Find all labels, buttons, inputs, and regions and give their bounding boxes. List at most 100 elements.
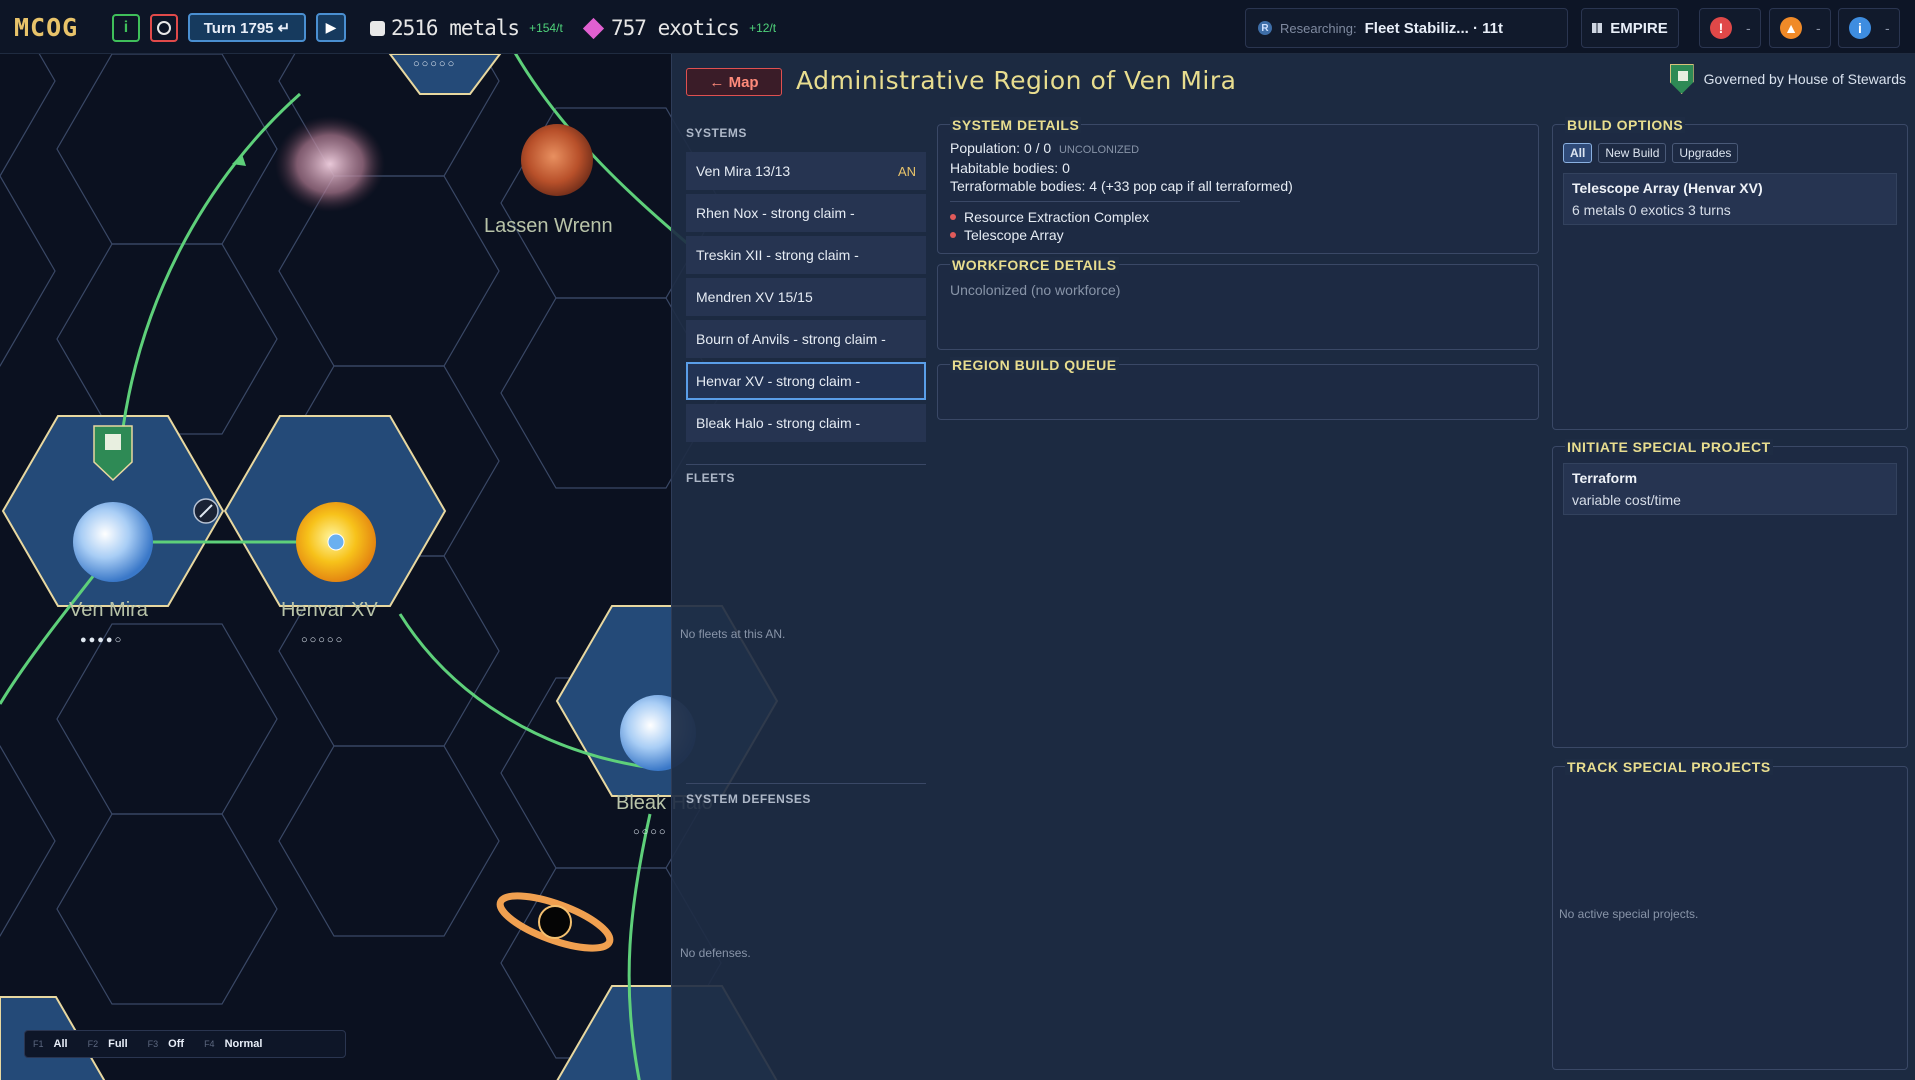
panel-title: Administrative Region of Ven Mira bbox=[796, 66, 1237, 95]
special-project-card[interactable]: Terraform variable cost/time bbox=[1563, 463, 1897, 515]
tab-new-build[interactable]: New Build bbox=[1598, 143, 1667, 163]
end-turn-button[interactable]: Turn 1795 ↵ bbox=[188, 13, 306, 42]
colony-status-badge: UNCOLONIZED bbox=[1058, 144, 1140, 156]
system-tag: AN bbox=[897, 163, 916, 179]
map-label-lassen-wrenn[interactable]: Lassen Wrenn bbox=[484, 215, 613, 238]
alert-info-count: - bbox=[1885, 20, 1890, 36]
exotics-counter: 757 exotics +12/t bbox=[582, 14, 776, 42]
exotic-icon bbox=[582, 17, 605, 39]
pips-top: ○○○○○ bbox=[413, 58, 457, 70]
research-status[interactable]: R Researching: Fleet Stabiliz... · 11t bbox=[1245, 8, 1568, 48]
pips-bleak-halo: ○○○○ bbox=[633, 826, 668, 838]
overlay-toggle-button[interactable] bbox=[150, 14, 178, 42]
terraformable-line: Terraformable bodies: 4 (+33 pop cap if … bbox=[950, 178, 1293, 194]
habitable-line: Habitable bodies: 0 bbox=[950, 160, 1070, 176]
alert-danger-button[interactable]: ! - bbox=[1699, 8, 1761, 48]
pips-henvar-xv: ○○○○○ bbox=[301, 634, 345, 646]
research-value: Fleet Stabiliz... · 11t bbox=[1364, 19, 1503, 37]
alert-warning-count: - bbox=[1816, 20, 1821, 36]
list-item[interactable]: Bleak Halo - strong claim - bbox=[686, 404, 926, 442]
empire-label: EMPIRE bbox=[1610, 19, 1668, 37]
build-options-title: BUILD OPTIONS bbox=[1565, 117, 1686, 133]
metals-value: 2516 metals bbox=[391, 16, 520, 40]
list-item[interactable]: Mendren XV 15/15 bbox=[686, 278, 926, 316]
track-projects-empty: No active special projects. bbox=[1559, 907, 1699, 921]
governor-label: Governed by House of Stewards bbox=[1703, 71, 1906, 87]
metals-rate: +154/t bbox=[529, 21, 563, 35]
population-value: Population: 0 / 0 bbox=[950, 140, 1052, 156]
alert-danger-count: - bbox=[1746, 20, 1751, 36]
workforce-box: WORKFORCE DETAILS Uncolonized (no workfo… bbox=[937, 257, 1539, 350]
filter-key-1: F1 bbox=[33, 1039, 44, 1049]
research-label: Researching: bbox=[1280, 20, 1357, 36]
fleets-empty-message: No fleets at this AN. bbox=[680, 627, 786, 641]
list-item[interactable]: Rhen Nox - strong claim - bbox=[686, 194, 926, 232]
system-details-box: SYSTEM DETAILS Population: 0 / 0 UNCOLON… bbox=[937, 117, 1539, 254]
info-toggle-button[interactable]: i bbox=[112, 14, 140, 42]
fleets-heading: FLEETS bbox=[686, 471, 736, 485]
track-projects-box: TRACK SPECIAL PROJECTS No active special… bbox=[1552, 759, 1908, 1070]
system-name: Bleak Halo - strong claim - bbox=[696, 415, 861, 431]
build-queue-title: REGION BUILD QUEUE bbox=[950, 357, 1119, 373]
divider bbox=[950, 201, 1240, 202]
build-option-card[interactable]: Telescope Array (Henvar XV) 6 metals 0 e… bbox=[1563, 173, 1897, 225]
back-to-map-button[interactable]: ← Map bbox=[686, 68, 782, 96]
alert-info-icon: i bbox=[1849, 17, 1871, 39]
empire-button[interactable]: EMPIRE bbox=[1581, 8, 1679, 48]
list-item[interactable]: Bourn of Anvils - strong claim - bbox=[686, 320, 926, 358]
divider bbox=[686, 464, 926, 465]
governor-info: Governed by House of Stewards bbox=[1669, 64, 1906, 94]
grid-icon bbox=[1592, 23, 1603, 33]
auto-play-button[interactable]: ▶ bbox=[316, 13, 346, 42]
map-label-henvar-xv[interactable]: Henvar XV bbox=[281, 599, 378, 622]
system-name: Bourn of Anvils - strong claim - bbox=[696, 331, 886, 347]
list-item[interactable]: Ven Mira 13/13 AN bbox=[686, 152, 926, 190]
defenses-empty-message: No defenses. bbox=[680, 946, 751, 960]
build-option-cost: 6 metals 0 exotics 3 turns bbox=[1572, 202, 1731, 218]
system-name: Treskin XII - strong claim - bbox=[696, 247, 859, 263]
tab-all[interactable]: All bbox=[1563, 143, 1593, 163]
alert-info-button[interactable]: i - bbox=[1838, 8, 1900, 48]
building-item: Resource Extraction Complex bbox=[950, 208, 1530, 226]
building-item: Telescope Array bbox=[950, 226, 1530, 244]
filter-value-3[interactable]: Off bbox=[168, 1038, 184, 1050]
metals-counter: 2516 metals +154/t bbox=[370, 14, 563, 42]
special-project-cost: variable cost/time bbox=[1572, 492, 1681, 508]
filter-value-1[interactable]: All bbox=[54, 1038, 68, 1050]
track-projects-title: TRACK SPECIAL PROJECTS bbox=[1565, 759, 1773, 775]
alert-danger-icon: ! bbox=[1710, 17, 1732, 39]
systems-list[interactable]: Ven Mira 13/13 AN Rhen Nox - strong claim… bbox=[686, 152, 926, 458]
exotics-value: 757 exotics bbox=[611, 16, 740, 40]
workforce-text: Uncolonized (no workforce) bbox=[950, 282, 1121, 298]
top-bar: MCOG i Turn 1795 ↵ ▶ 2516 metals +154/t … bbox=[0, 0, 1915, 54]
divider bbox=[686, 783, 926, 784]
filter-value-2[interactable]: Full bbox=[108, 1038, 128, 1050]
system-name: Rhen Nox - strong claim - bbox=[696, 205, 855, 221]
list-item[interactable]: Treskin XII - strong claim - bbox=[686, 236, 926, 274]
system-details-title: SYSTEM DETAILS bbox=[950, 117, 1082, 133]
special-project-title: INITIATE SPECIAL PROJECT bbox=[1565, 439, 1773, 455]
system-name: Ven Mira 13/13 bbox=[696, 163, 791, 179]
alert-warning-button[interactable]: ▲ - bbox=[1769, 8, 1831, 48]
ring-icon bbox=[157, 21, 171, 35]
filter-key-2: F2 bbox=[87, 1039, 99, 1049]
workforce-title: WORKFORCE DETAILS bbox=[950, 257, 1119, 273]
game-logo: MCOG bbox=[14, 12, 79, 42]
build-tabs: All New Build Upgrades bbox=[1563, 143, 1739, 163]
list-item-selected[interactable]: Henvar XV - strong claim - bbox=[686, 362, 926, 400]
system-name: Mendren XV 15/15 bbox=[696, 289, 813, 305]
exotics-rate: +12/t bbox=[749, 21, 777, 35]
build-options-box: BUILD OPTIONS All New Build Upgrades Tel… bbox=[1552, 117, 1908, 430]
alert-warning-icon: ▲ bbox=[1780, 17, 1802, 39]
tab-upgrades[interactable]: Upgrades bbox=[1672, 143, 1739, 163]
pips-ven-mira: ●●●●○ bbox=[80, 634, 124, 646]
special-project-name: Terraform bbox=[1572, 470, 1638, 486]
filter-value-4[interactable]: Normal bbox=[225, 1038, 263, 1050]
region-panel: ← Map Administrative Region of Ven Mira … bbox=[671, 54, 1915, 1080]
map-label-ven-mira[interactable]: Ven Mira bbox=[69, 599, 148, 622]
map-filter-bar: F1 All F2 Full F3 Off F4 Normal bbox=[24, 1030, 346, 1058]
population-line: Population: 0 / 0 UNCOLONIZED bbox=[950, 139, 1530, 159]
panel-header: ← Map Administrative Region of Ven Mira … bbox=[672, 54, 1915, 114]
filter-key-3: F3 bbox=[147, 1039, 159, 1049]
filter-key-4: F4 bbox=[204, 1039, 215, 1049]
